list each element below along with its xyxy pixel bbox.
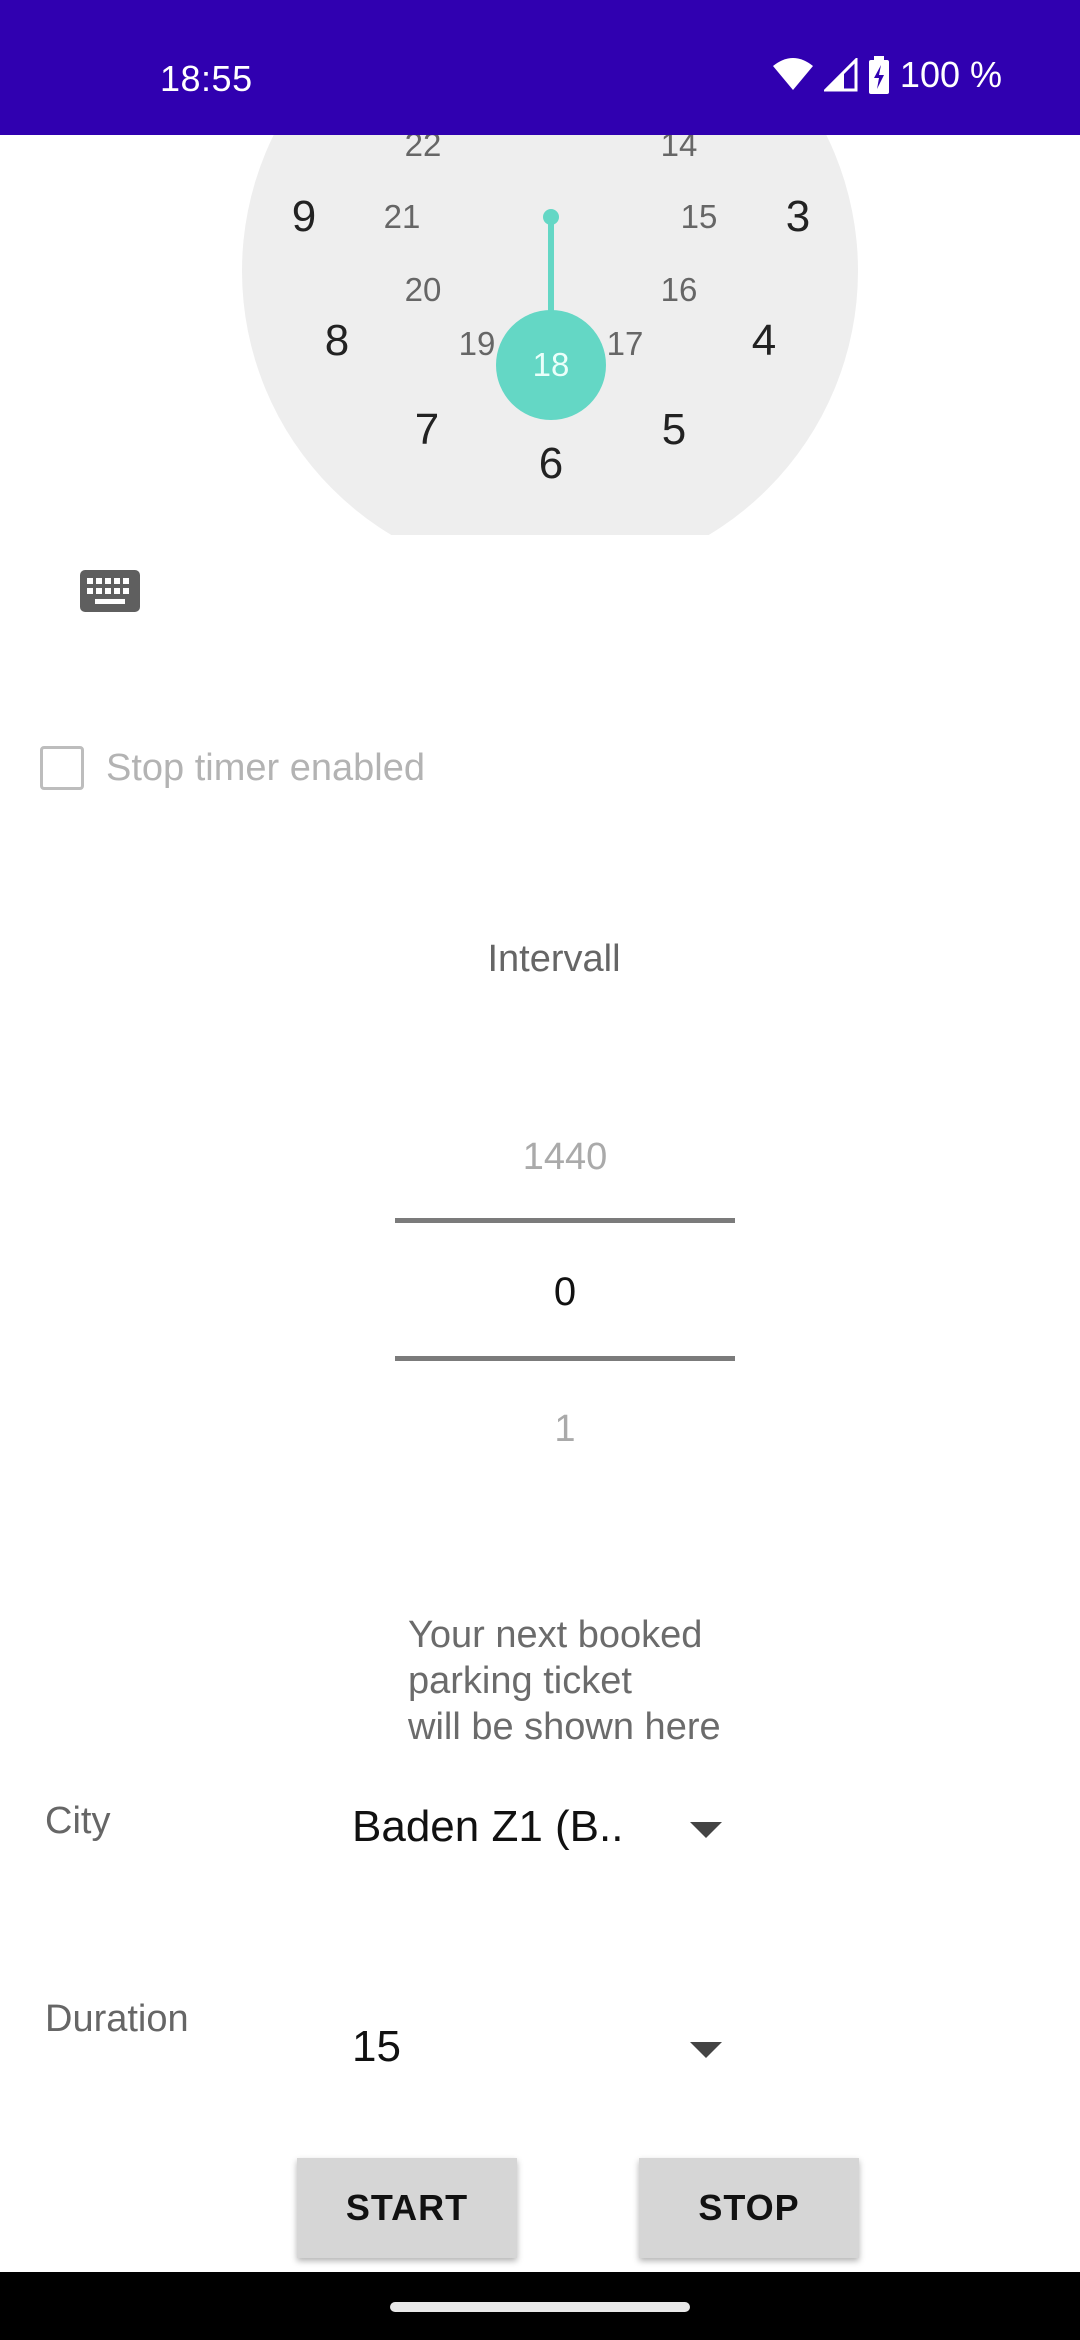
clock-number[interactable]: 8	[325, 316, 349, 366]
clock-number[interactable]: 17	[607, 325, 644, 363]
picker-current-value[interactable]: 0	[395, 1270, 735, 1315]
picker-next-value[interactable]: 1	[395, 1408, 735, 1451]
picker-previous-value[interactable]: 1440	[395, 1136, 735, 1179]
keyboard-icon[interactable]	[80, 570, 140, 612]
picker-divider-top	[395, 1218, 735, 1223]
clock-selected-label: 18	[532, 346, 570, 383]
duration-label: Duration	[45, 1998, 189, 2040]
clock-number[interactable]: 21	[384, 198, 421, 236]
dropdown-arrow-icon	[690, 2042, 722, 2058]
ticket-info-line: will be shown here	[408, 1706, 721, 1748]
status-bar: 18:55 100 %	[0, 0, 1080, 135]
start-button[interactable]: START	[297, 2158, 517, 2258]
wifi-icon	[772, 58, 813, 90]
cell-signal-icon	[823, 58, 858, 92]
intervall-label: Intervall	[487, 938, 621, 980]
ticket-info-line: parking ticket	[408, 1660, 632, 1702]
stop-timer-checkbox[interactable]: Stop timer enabled	[40, 740, 425, 796]
clock-number[interactable]: 4	[752, 316, 776, 366]
city-label: City	[45, 1800, 111, 1842]
clock-number[interactable]: 20	[405, 271, 442, 309]
clock-center	[543, 209, 559, 225]
status-time: 18:55	[160, 58, 253, 99]
time-picker-clock[interactable]: 22 14 9 21 15 3 20 16 8 19 17 4 7 5 6 18	[0, 135, 1080, 535]
clock-number[interactable]: 3	[786, 192, 810, 242]
status-icons: 100 %	[772, 50, 1002, 100]
dropdown-arrow-icon	[690, 1822, 722, 1838]
checkbox-box[interactable]	[40, 746, 84, 790]
city-spinner[interactable]: Baden Z1 (B..	[352, 1792, 732, 1862]
duration-spinner[interactable]: 15	[352, 2012, 732, 2082]
picker-divider-bottom	[395, 1356, 735, 1361]
next-ticket-info: Your next booked parking ticket will be …	[408, 1612, 768, 1750]
clock-number[interactable]: 14	[661, 135, 698, 164]
clock-number[interactable]: 5	[662, 405, 686, 455]
clock-number[interactable]: 22	[405, 135, 442, 164]
duration-value: 15	[352, 2022, 401, 2071]
city-value: Baden Z1 (B..	[352, 1802, 624, 1851]
clock-number[interactable]: 6	[539, 439, 563, 489]
clock-number[interactable]: 9	[292, 192, 316, 242]
home-gesture-handle[interactable]	[390, 2302, 690, 2312]
checkbox-label: Stop timer enabled	[106, 746, 425, 789]
battery-percent: 100 %	[899, 54, 1002, 95]
clock-number[interactable]: 19	[459, 325, 496, 363]
clock-number[interactable]: 15	[681, 198, 718, 236]
clock-number[interactable]: 7	[415, 405, 439, 455]
ticket-info-line: Your next booked	[408, 1614, 703, 1656]
stop-button[interactable]: STOP	[639, 2158, 859, 2258]
clock-selected-hour[interactable]: 18	[496, 310, 606, 420]
battery-charging-icon	[868, 56, 889, 94]
clock-number[interactable]: 16	[661, 271, 698, 309]
intervall-number-picker[interactable]: 1440 0 1	[395, 1110, 735, 1450]
